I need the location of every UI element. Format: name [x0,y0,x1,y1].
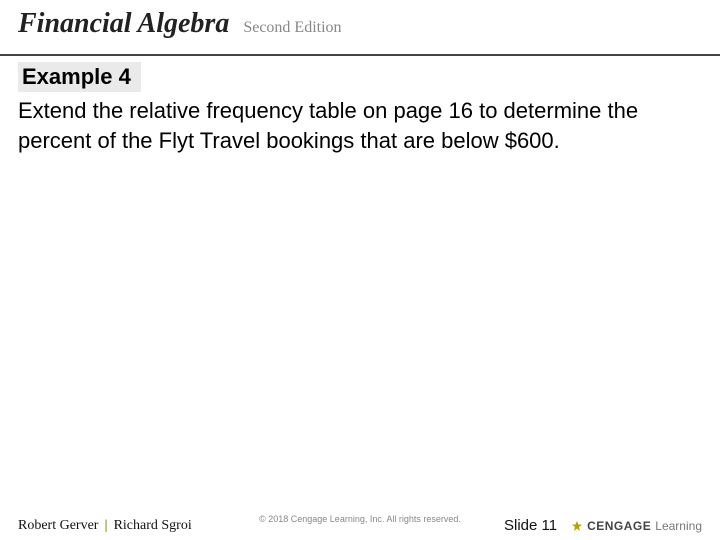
publisher-logo: CENGAGE Learning [571,519,702,533]
author-separator: | [104,518,107,534]
slide-footer: Robert Gerver | Richard Sgroi © 2018 Cen… [0,517,720,534]
book-title: Financial Algebra [18,8,229,40]
star-icon [571,520,583,532]
book-edition: Second Edition [243,19,341,37]
copyright-text: © 2018 Cengage Learning, Inc. All rights… [259,514,461,524]
author-2: Richard Sgroi [114,518,192,534]
slide-content: Example 4 Extend the relative frequency … [0,56,720,161]
example-text: Extend the relative frequency table on p… [18,96,702,155]
example-label: Example 4 [18,62,141,92]
slide-number: Slide 11 [504,517,557,534]
author-1: Robert Gerver [18,518,98,534]
authors: Robert Gerver | Richard Sgroi [18,518,192,534]
publisher-name-b: Learning [655,519,702,533]
slide-header: Financial Algebra Second Edition [0,0,720,56]
footer-right: Slide 11 CENGAGE Learning [504,517,702,534]
publisher-name-a: CENGAGE [587,519,651,533]
